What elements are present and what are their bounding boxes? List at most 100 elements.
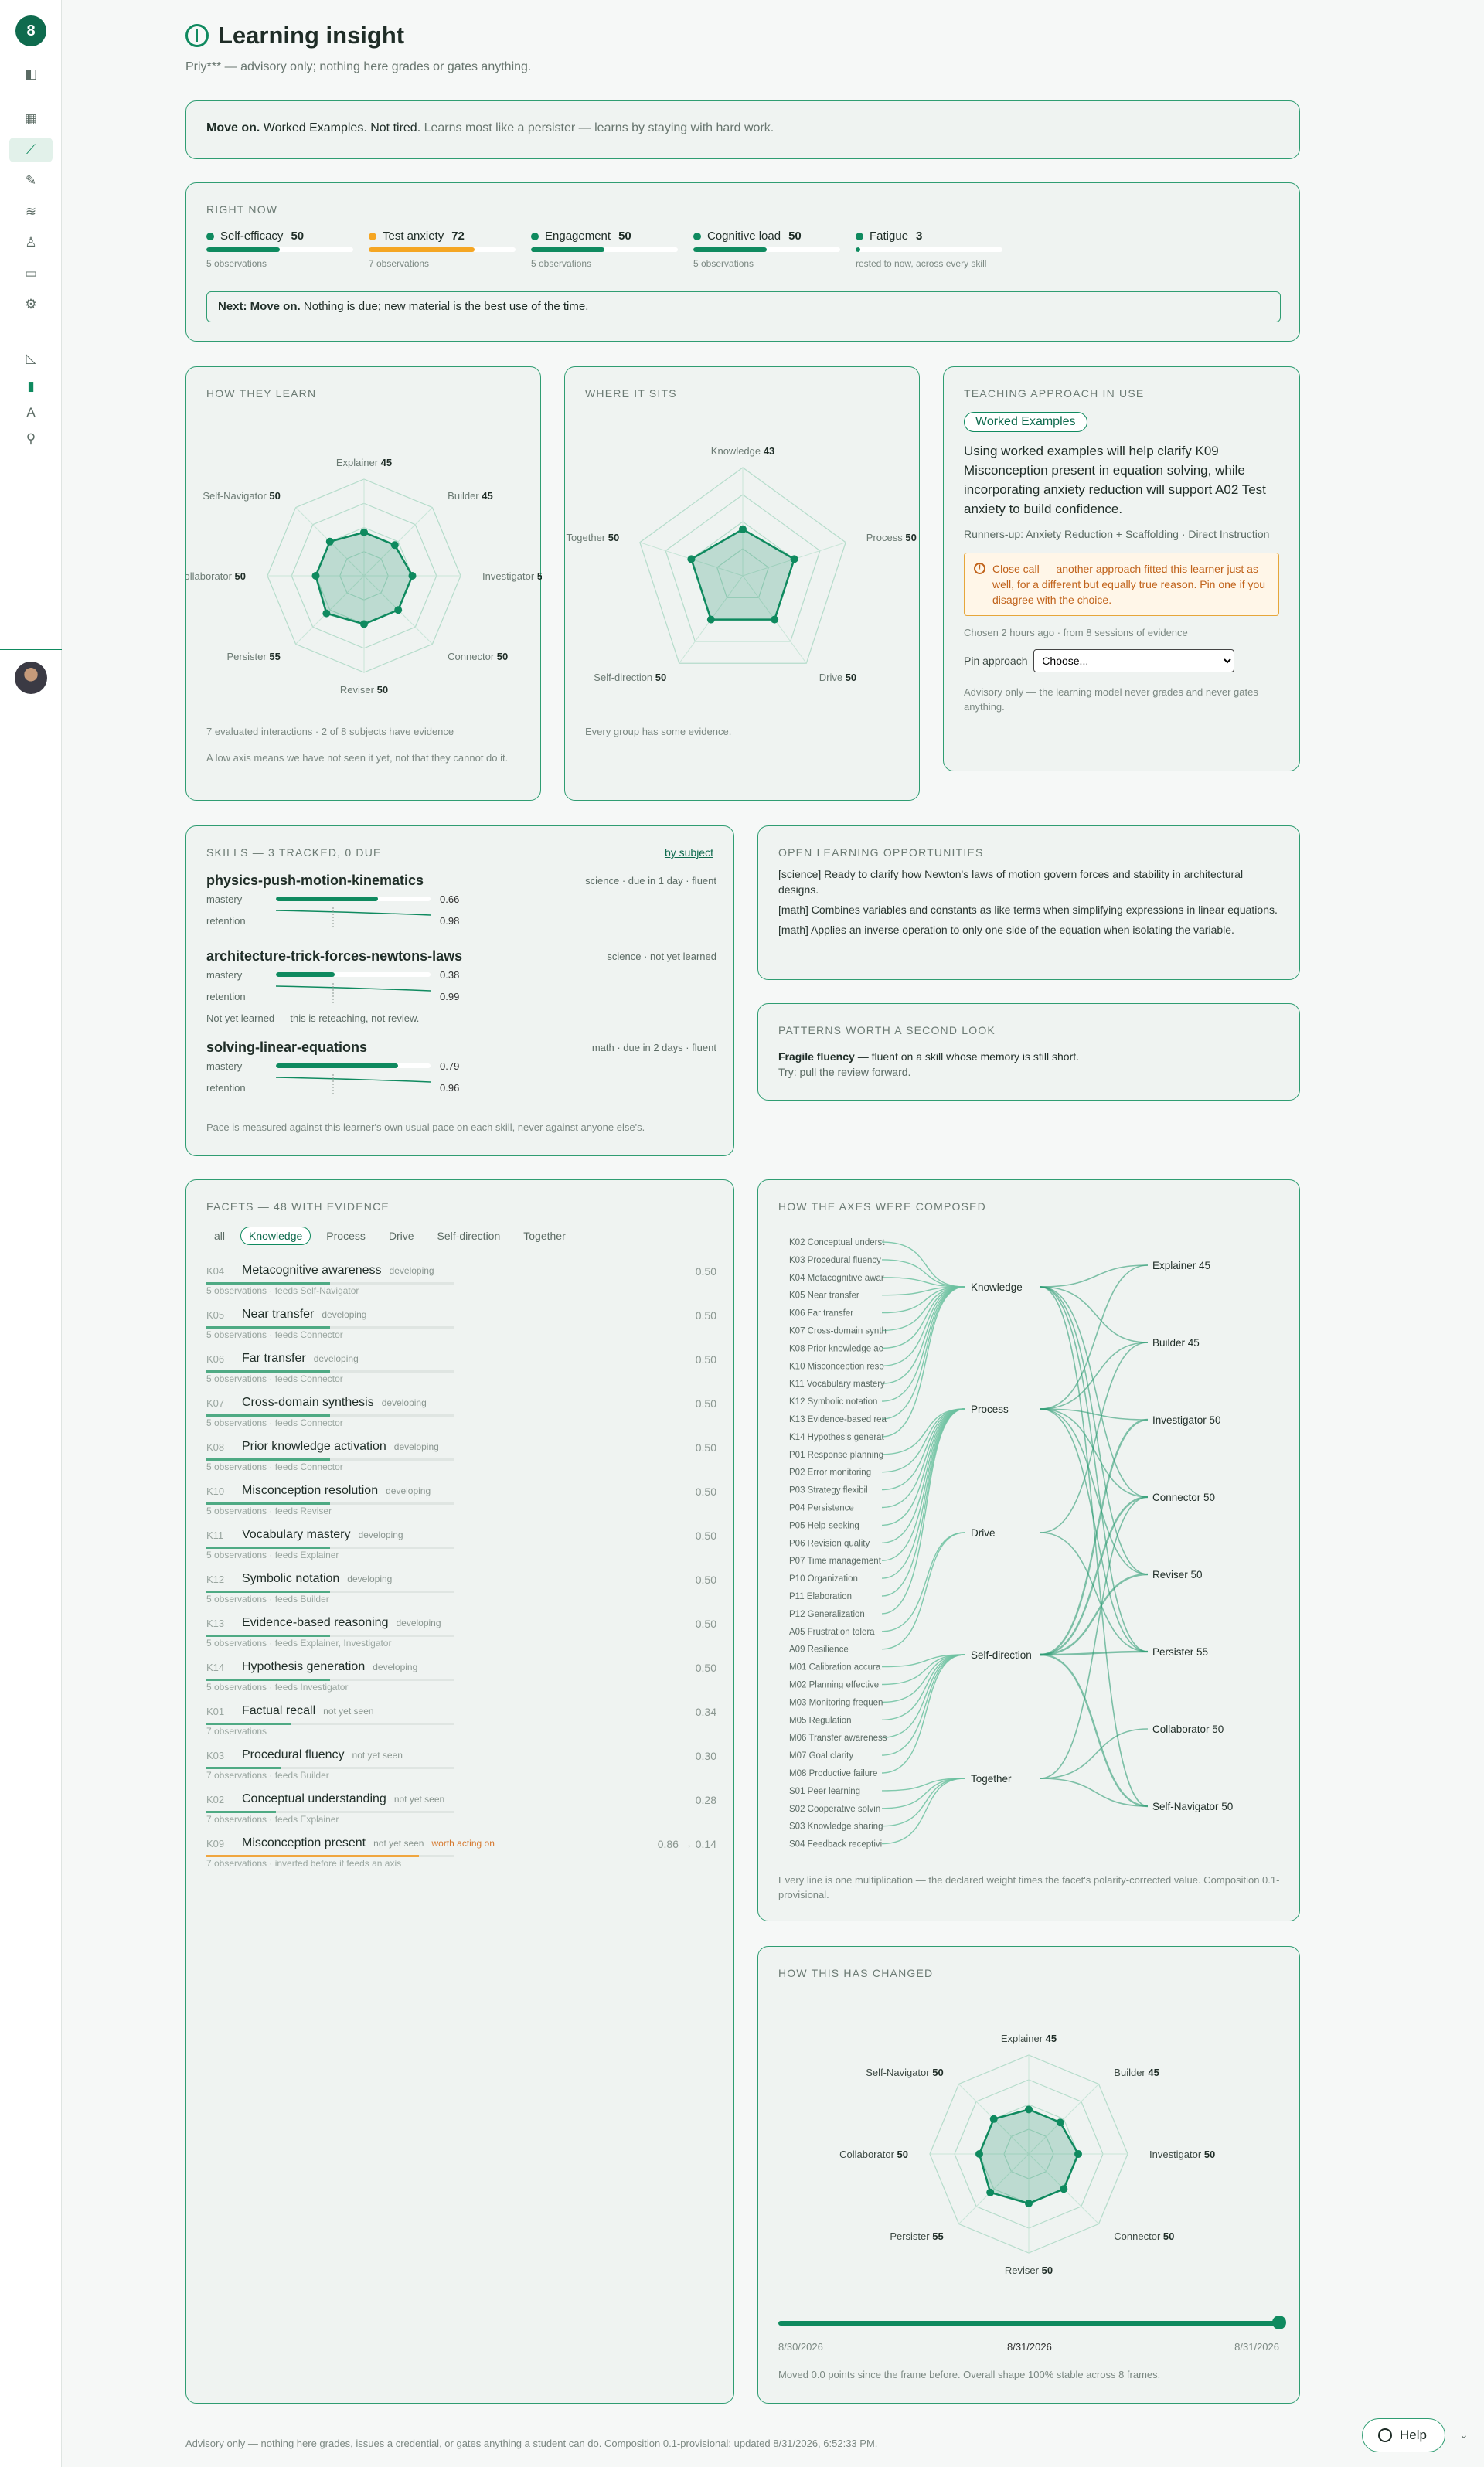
facet-warning: worth acting on [431,1838,495,1849]
tab-knowledge[interactable]: Knowledge [240,1227,311,1245]
facet-node: M07 Goal clarity [789,1751,853,1761]
tab-drive[interactable]: Drive [381,1227,422,1244]
letter-a-icon[interactable]: A [19,400,43,425]
composition-card: How the axes were composed K02 Conceptua… [757,1179,1300,1921]
award-icon[interactable]: ♙ [19,230,43,255]
facet-row[interactable]: K13 Evidence-based reasoning developing 0.5… [206,1616,716,1661]
facet-link [881,1654,965,1756]
facet-row[interactable]: K12 Symbolic notation developing 0.50 5 obse… [206,1572,716,1617]
gear-icon[interactable]: ⚙ [19,292,43,317]
skill-item[interactable]: physics-push-motion-kinematics science · … [206,873,716,932]
axis-value: 55 [930,2231,944,2242]
pen-icon[interactable]: ✎ [19,168,43,193]
facets-card: Facets — 48 with evidence all Knowledge Pr… [186,1179,734,2404]
layers-icon[interactable]: ≋ [19,199,43,224]
facet-row[interactable]: K14 Hypothesis generation developing 0.50 5 … [206,1660,716,1705]
radar-point [739,525,747,533]
facet-row[interactable]: K04 Metacognitive awareness developing 0.50… [206,1264,716,1308]
facet-node: K13 Evidence-based rea [789,1415,887,1424]
facet-fill [206,1326,330,1329]
timeline-end: 8/31/2026 [1234,2341,1279,2353]
facet-row[interactable]: K05 Near transfer developing 0.50 5 observat… [206,1308,716,1353]
dashboard-icon[interactable]: ▦ [19,107,43,131]
facet-name-text: Symbolic notation [242,1572,340,1585]
facet-row[interactable]: K10 Misconception resolution developing 0.5… [206,1484,716,1529]
skill-item[interactable]: architecture-trick-forces-newtons-laws sc… [206,948,716,1024]
facet-fill [206,1767,281,1769]
facet-code: K12 [206,1574,225,1585]
timeline-knob[interactable] [1272,2316,1286,2329]
chart-icon[interactable]: ⟋ [9,138,53,162]
axis-node: Explainer 45 [1152,1260,1210,1271]
facet-node: S03 Knowledge sharing [789,1822,883,1832]
facet-name: Near transfer developing [242,1308,366,1322]
facet-node: P06 Revision quality [789,1539,870,1548]
facet-row[interactable]: K07 Cross-domain synthesis developing 0.50 5… [206,1396,716,1441]
facet-value: 0.50 [695,1574,716,1586]
facet-link [881,1408,965,1473]
facet-observations: 5 observations · feeds Self-Navigator [206,1285,359,1296]
mastery-label: mastery [206,1060,243,1072]
pin-approach-select[interactable]: Choose... [1033,649,1235,672]
facet-row[interactable]: K03 Procedural fluency not yet seen 0.30 7 o… [206,1748,716,1793]
tab-together[interactable]: Together [516,1227,573,1244]
radar-point [1025,2200,1033,2207]
patterns-caption: Patterns worth a second look [778,1024,996,1036]
facet-fill [206,1679,330,1681]
how-they-learn-note: 7 evaluated interactions · 2 of 8 subjec… [206,726,454,737]
how-they-learn-card: How they learn Explainer 45 Builder 45 Inv… [186,366,542,801]
axis-name: Investigator [482,570,535,582]
retention-row: retention 0.99 [206,983,716,1008]
mastery-label: mastery [206,969,243,981]
facet-row[interactable]: K01 Factual recall not yet seen 0.34 7 obser… [206,1704,716,1749]
tab-self-direction[interactable]: Self-direction [430,1227,509,1244]
avatar[interactable] [15,662,47,694]
axis-value: 50 [842,672,856,683]
radar-axis-label: Self-Navigator 50 [203,490,280,502]
facet-name-text: Cross-domain synthesis [242,1396,374,1409]
facet-code: K13 [206,1618,225,1629]
facet-row[interactable]: K11 Vocabulary mastery developing 0.50 5 obs… [206,1528,716,1573]
axis-name: Connector [448,651,495,662]
facet-row[interactable]: K09 Misconception present not yet seen wort… [206,1836,716,1881]
chat-icon[interactable]: ▭ [19,261,43,286]
facet-row[interactable]: K08 Prior knowledge activation developing 0… [206,1440,716,1485]
tab-all[interactable]: all [206,1227,233,1244]
radar-axis-label: Explainer 45 [1001,2033,1057,2044]
retention-curve [276,1074,431,1094]
gauge-label: Engagement 50 [531,230,678,243]
facet-node: P11 Elaboration [789,1592,852,1601]
gauge-engagement: Engagement 50 5 observations [531,230,678,269]
axis-name: Knowledge [711,445,761,457]
facet-bar [206,1591,454,1593]
axis-name: Self-Navigator [866,2067,930,2078]
book-icon[interactable]: ▮ [19,374,43,399]
facet-row[interactable]: K02 Conceptual understanding not yet seen 0… [206,1792,716,1837]
axis-name: Builder [1114,2067,1145,2078]
tab-process[interactable]: Process [318,1227,373,1244]
gauge-bar [369,247,516,252]
facet-status: developing [322,1309,367,1320]
axis-name: Builder [448,490,479,502]
facet-name-text: Metacognitive awareness [242,1264,382,1277]
app-logo[interactable]: 8 [15,15,46,46]
timeline-slider[interactable] [778,2316,1286,2329]
skill-item[interactable]: solving-linear-equations math · due in 2 … [206,1040,716,1099]
ruler-icon[interactable]: ◺ [19,346,43,371]
group-node: Self-direction [971,1649,1032,1661]
axis-name: Reviser [340,684,375,696]
axis-value: 55 [267,651,281,662]
sidebar-rail: 8 ◧ ▦ ⟋ ✎ ≋ ♙ ▭ ⚙ ◺ ▮ A ⚲ [0,0,62,2467]
facet-name-text: Vocabulary mastery [242,1528,351,1541]
axis-name: Connector [1114,2231,1161,2242]
sidebar-toggle-icon[interactable]: ◧ [19,62,43,87]
chevron-down-icon[interactable]: ⌄ [1459,2428,1469,2441]
gauge-bar [693,247,840,252]
facet-observations: 7 observations · feeds Builder [206,1770,329,1781]
by-subject-link[interactable]: by subject [665,846,713,859]
axis-node: Collaborator 50 [1152,1723,1224,1735]
help-button[interactable]: Help [1362,2418,1445,2452]
key-icon[interactable]: ⚲ [19,427,43,451]
facet-row[interactable]: K06 Far transfer developing 0.50 5 observati… [206,1352,716,1397]
facet-node: S04 Feedback receptivi [789,1840,882,1849]
